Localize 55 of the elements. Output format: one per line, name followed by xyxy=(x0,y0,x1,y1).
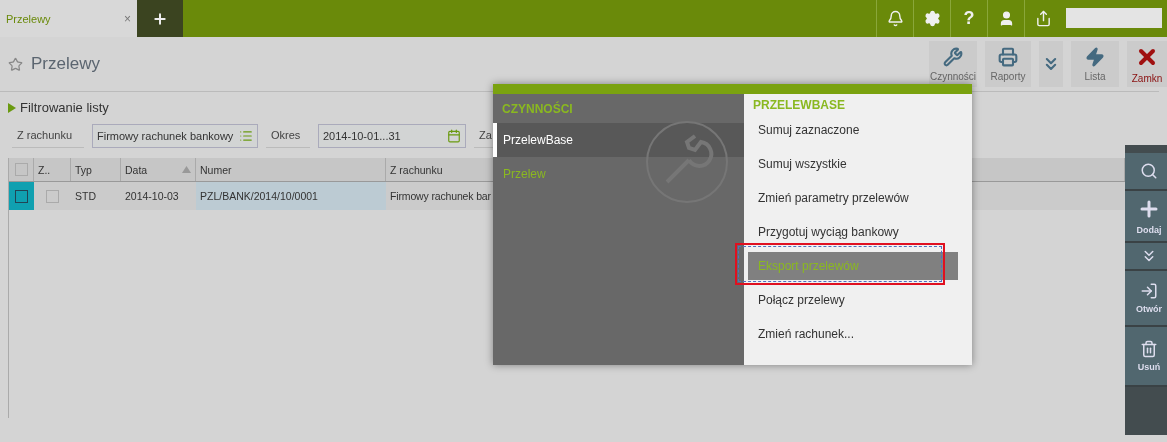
column-header[interactable]: Numer xyxy=(196,158,386,181)
column-header[interactable]: Typ xyxy=(71,158,121,181)
menu-item[interactable]: Zmień parametry przelewów xyxy=(748,188,958,208)
filter-title[interactable]: Filtrowanie listy xyxy=(20,100,109,115)
open-button[interactable]: Otwór xyxy=(1125,271,1167,327)
close-button[interactable]: Zamkn xyxy=(1127,41,1167,87)
list-button[interactable]: Lista xyxy=(1071,41,1119,87)
table-cell-text: Firmowy rachunek bar xyxy=(389,189,492,204)
calendar-icon[interactable] xyxy=(447,128,461,143)
actions-button[interactable]: Czynności xyxy=(929,41,977,87)
date-field[interactable]: 2014-10-01...31 xyxy=(318,123,466,148)
share-icon xyxy=(1034,10,1052,27)
search-icon xyxy=(1140,162,1158,180)
menu-item[interactable]: Połącz przelewy xyxy=(748,290,958,310)
menu-item[interactable]: Przygotuj wyciąg bankowy xyxy=(748,222,958,242)
search-field[interactable] xyxy=(1066,8,1162,28)
expand-icon[interactable] xyxy=(8,102,16,113)
list-icon[interactable] xyxy=(239,128,253,143)
sort-icon xyxy=(182,166,191,173)
menu-category[interactable]: PrzelewBase xyxy=(493,123,744,157)
trash-icon xyxy=(1140,340,1158,358)
plus-icon xyxy=(152,10,168,27)
field-label: Okres xyxy=(266,123,310,148)
menu-heading: CZYNNOŚCI xyxy=(501,102,574,117)
more-button[interactable] xyxy=(1039,41,1063,87)
settings-icon xyxy=(923,10,941,27)
delete-button[interactable]: Usuń xyxy=(1125,327,1167,387)
account-field[interactable]: Firmowy rachunek bankowy xyxy=(92,123,258,148)
wrench-icon xyxy=(943,46,963,67)
enter-icon xyxy=(1140,282,1158,300)
column-header[interactable]: Data xyxy=(121,158,196,181)
menu-item[interactable]: Sumuj zaznaczone xyxy=(748,120,958,140)
more-button[interactable] xyxy=(1125,243,1167,271)
reports-button[interactable]: Raporty xyxy=(985,41,1031,87)
search-button[interactable] xyxy=(1125,153,1167,191)
help-button[interactable]: ? xyxy=(950,0,987,37)
wrench-icon xyxy=(645,120,729,204)
page-title: Przelewy xyxy=(31,54,100,74)
bell-icon xyxy=(886,10,904,27)
checkbox[interactable] xyxy=(14,163,28,176)
field-label: Z rachunku xyxy=(12,123,84,148)
printer-icon xyxy=(998,46,1018,67)
star-icon[interactable] xyxy=(8,56,23,72)
lightning-icon xyxy=(1085,46,1105,67)
column-header[interactable]: Z.. xyxy=(34,158,71,181)
checkbox[interactable] xyxy=(46,189,59,203)
table-cell-text: STD xyxy=(74,189,97,204)
menu-item[interactable]: Zmień rachunek... xyxy=(748,324,958,344)
menu-heading: PRZELEWBASE xyxy=(752,98,846,113)
new-tab-button[interactable] xyxy=(137,0,183,37)
table-cell: PZL/BANK/2014/10/0001 xyxy=(196,182,386,210)
table-cell-text: 2014-10-03 xyxy=(124,189,180,204)
add-button[interactable]: Dodaj xyxy=(1125,191,1167,243)
row-selector[interactable] xyxy=(9,182,34,210)
menu-item[interactable]: Sumuj wszystkie xyxy=(748,154,958,174)
